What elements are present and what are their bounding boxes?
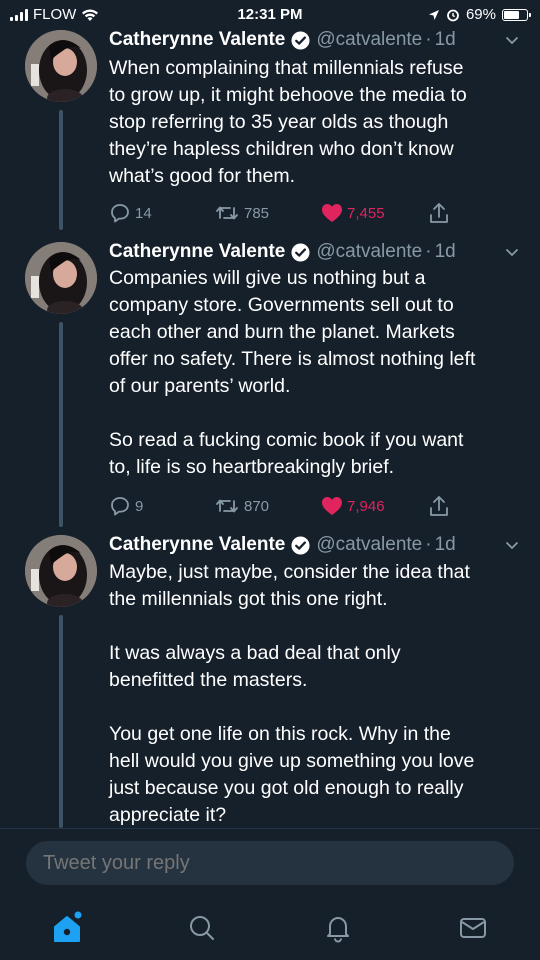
retweet-icon <box>216 499 238 513</box>
thread-line <box>59 322 63 527</box>
share-button[interactable] <box>429 494 449 518</box>
author-handle[interactable]: @catvalente <box>316 240 422 264</box>
verified-icon <box>291 535 310 555</box>
share-icon <box>430 496 448 516</box>
tweet-time[interactable]: 1d <box>435 28 456 52</box>
status-right: 69% <box>428 6 531 23</box>
verified-icon <box>291 242 310 262</box>
heart-icon <box>322 204 342 222</box>
tab-notifications[interactable] <box>318 908 358 948</box>
like-count: 7,946 <box>347 497 385 515</box>
tweet-time[interactable]: 1d <box>435 240 456 264</box>
reply-icon <box>111 204 129 223</box>
tweet-text: When complaining that millennials refuse… <box>109 57 467 187</box>
tab-messages[interactable] <box>453 908 493 948</box>
author-name[interactable]: Catherynne Valente <box>109 28 285 52</box>
tweet-header: Catherynne Valente @catvalente · 1d <box>109 240 520 264</box>
tweet-time[interactable]: 1d <box>435 533 456 557</box>
separator-dot: · <box>425 534 432 555</box>
reply-bar <box>0 828 540 898</box>
avatar[interactable] <box>25 242 97 314</box>
tweet-header: Catherynne Valente @catvalente · 1d <box>109 28 520 52</box>
retweet-count: 870 <box>244 497 270 515</box>
chevron-down-icon[interactable] <box>504 28 520 52</box>
reply-input[interactable] <box>26 841 514 885</box>
battery-percent: 69% <box>465 6 496 23</box>
author-handle[interactable]: @catvalente <box>316 28 422 52</box>
retweet-button[interactable]: 785 <box>214 201 269 225</box>
separator-dot: · <box>425 241 432 262</box>
author-handle[interactable]: @catvalente <box>316 533 422 557</box>
thread-line <box>59 110 63 230</box>
notifications-icon <box>327 917 349 943</box>
messages-icon <box>460 918 486 938</box>
chevron-down-icon[interactable] <box>504 240 520 264</box>
reply-icon <box>111 497 129 516</box>
share-button[interactable] <box>429 201 449 225</box>
battery-icon <box>502 8 531 21</box>
tweet-actions: 14 785 7,455 <box>109 201 469 225</box>
like-button[interactable]: 7,946 <box>321 494 385 518</box>
tweet-text: Companies will give us nothing but a com… <box>109 267 476 478</box>
like-count: 7,455 <box>347 204 385 222</box>
retweet-icon <box>216 206 238 220</box>
reply-button[interactable]: 9 <box>109 494 143 518</box>
tab-bar <box>0 898 540 960</box>
heart-icon <box>322 497 342 515</box>
author-name[interactable]: Catherynne Valente <box>109 240 285 264</box>
tab-search[interactable] <box>182 908 222 948</box>
author-name[interactable]: Catherynne Valente <box>109 533 285 557</box>
tab-home[interactable] <box>47 908 87 948</box>
tweet-actions: 9 870 7,946 <box>109 494 469 518</box>
reply-count: 14 <box>135 204 152 222</box>
tweet-header: Catherynne Valente @catvalente · 1d <box>109 533 520 557</box>
verified-icon <box>291 30 310 50</box>
separator-dot: · <box>425 29 432 50</box>
tweet-text: Maybe, just maybe, consider the idea tha… <box>109 561 475 826</box>
reply-button[interactable]: 14 <box>109 201 152 225</box>
chevron-down-icon[interactable] <box>504 533 520 557</box>
retweet-button[interactable]: 870 <box>214 494 269 518</box>
reply-count: 9 <box>135 497 144 515</box>
avatar[interactable] <box>25 30 97 102</box>
status-bar: FLOW 12:31 PM 69% <box>0 0 540 30</box>
retweet-count: 785 <box>244 204 270 222</box>
avatar[interactable] <box>25 535 97 607</box>
like-button[interactable]: 7,455 <box>321 201 385 225</box>
share-icon <box>430 203 448 223</box>
search-icon <box>190 916 214 940</box>
location-icon <box>428 9 439 20</box>
thread-line <box>59 615 63 828</box>
alarm-icon <box>447 9 459 21</box>
home-icon <box>54 911 82 942</box>
